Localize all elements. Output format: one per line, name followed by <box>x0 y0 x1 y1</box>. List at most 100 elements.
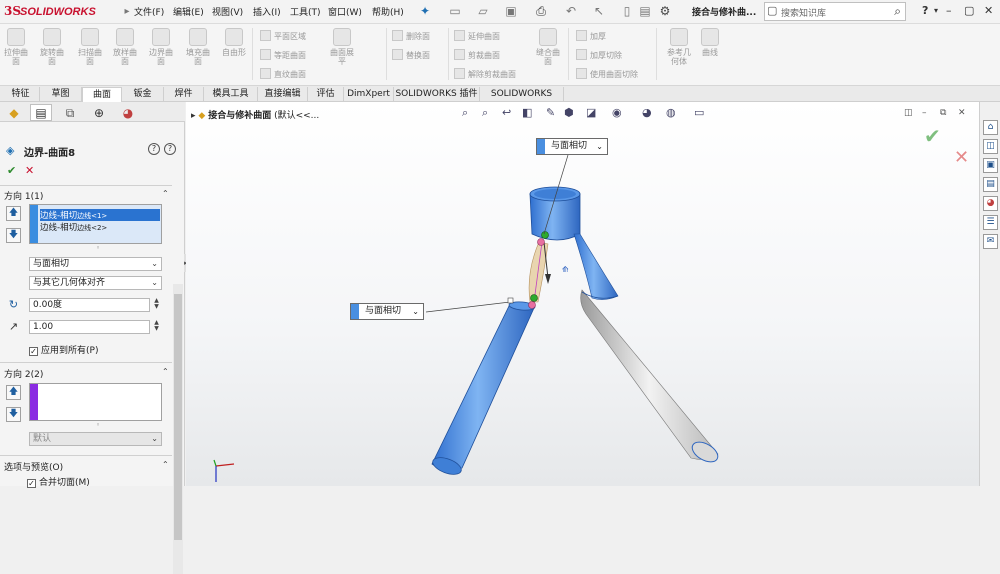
menu-arrow-icon[interactable]: ▸ <box>120 5 134 19</box>
untrim-surface-button[interactable]: 解除剪裁曲面 <box>454 68 516 80</box>
configuration-manager-icon[interactable]: ⧉ <box>59 104 81 121</box>
ok-button[interactable]: ✔ <box>7 164 16 177</box>
menu-view[interactable]: 视图(V) <box>212 5 243 18</box>
tab-solidworks-addins[interactable]: SOLIDWORKS 插件 <box>394 87 480 102</box>
tab-weldments[interactable]: 焊件 <box>164 87 204 102</box>
reverse-direction-icon[interactable]: ↻ <box>6 298 21 313</box>
design-library-icon[interactable]: ▣ <box>983 158 998 173</box>
direction1-header[interactable]: 方向 1(1) <box>4 189 43 202</box>
tab-sheet-metal[interactable]: 钣金 <box>122 87 164 102</box>
feature-manager-icon[interactable]: ◆ <box>3 104 25 121</box>
file-explorer-icon[interactable]: ▤ <box>983 177 998 192</box>
undo-icon[interactable]: ↶ <box>564 4 578 18</box>
reference-geometry-button[interactable]: 参考几 何体 <box>664 28 694 66</box>
tangent-influence-input[interactable]: 1.00 <box>29 320 150 334</box>
tab-solidworks-mbd[interactable]: SOLIDWORKS MBD <box>480 87 564 113</box>
curves-button[interactable]: 曲线 <box>698 28 722 57</box>
menu-file[interactable]: 文件(F) <box>134 5 164 18</box>
collapse-chevron-icon[interactable]: ⌃ <box>162 189 169 198</box>
apply-to-all-checkbox[interactable]: ✓ 应用到所有(P) <box>29 343 98 356</box>
thicken-button[interactable]: 加厚 <box>576 30 606 42</box>
tab-dimxpert[interactable]: DimXpert <box>344 87 394 102</box>
angle-spinner[interactable]: ▲ ▼ <box>152 298 161 312</box>
tab-direct-editing[interactable]: 直接编辑 <box>258 87 308 102</box>
tab-sketch[interactable]: 草图 <box>40 87 82 102</box>
save-icon[interactable]: ▣ <box>504 4 518 18</box>
top-cylinder-surface[interactable] <box>529 186 581 241</box>
menu-window[interactable]: 窗口(W) <box>328 5 362 18</box>
menu-edit[interactable]: 编辑(E) <box>173 5 204 18</box>
help-icon[interactable]: ? <box>922 4 928 17</box>
planar-surface-button[interactable]: 平面区域 <box>260 30 306 42</box>
resources-icon[interactable]: ◫ <box>983 139 998 154</box>
tab-features[interactable]: 特征 <box>2 87 40 102</box>
ruled-surface-button[interactable]: 直纹曲面 <box>260 68 306 80</box>
tangency-callout-left[interactable]: 与面相切 ⌄ <box>350 303 424 320</box>
help-circle-icon[interactable]: ? <box>164 143 176 155</box>
gray-branch-surface[interactable] <box>580 289 721 466</box>
list-item[interactable]: 边线-相切边线<2> <box>40 221 107 233</box>
move-up-button[interactable]: 🡅 <box>6 206 21 221</box>
file-properties-icon[interactable]: ▤ <box>638 4 652 18</box>
bottom-cylinder-surface[interactable] <box>431 301 536 478</box>
move-up-button[interactable]: 🡅 <box>6 385 21 400</box>
influence-spinner[interactable]: ▲ ▼ <box>152 320 161 334</box>
direction1-curves-list[interactable]: 边线-相切边线<1> 边线-相切边线<2> <box>29 204 162 244</box>
search-input[interactable]: ▢ 搜索知识库 ⌕ <box>764 2 906 21</box>
handle-pink-bottom[interactable] <box>528 301 536 309</box>
replace-face-button[interactable]: 替换面 <box>392 49 430 61</box>
solidworks-logo[interactable]: 3S SOLIDWORKS <box>4 4 114 20</box>
options-header[interactable]: 选项与预览(O) <box>4 460 63 473</box>
collapse-chevron-icon[interactable]: ⌃ <box>162 367 169 376</box>
property-manager-icon[interactable]: ▤ <box>30 104 52 121</box>
thickened-cut-button[interactable]: 加厚切除 <box>576 49 622 61</box>
menu-help[interactable]: 帮助(H) <box>372 5 404 18</box>
minimize-button[interactable]: – <box>946 4 952 17</box>
swept-surface-button[interactable]: 扫描曲 面 <box>78 28 102 66</box>
merge-tangent-faces-checkbox[interactable]: ✓ 合并切面(M) <box>27 475 90 488</box>
alignment-select[interactable]: 与其它几何体对齐 ⌄ <box>29 276 162 290</box>
offset-surface-button[interactable]: 等距曲面 <box>260 49 306 61</box>
tab-mold-tools[interactable]: 模具工具 <box>204 87 258 102</box>
forum-icon[interactable]: ✉ <box>983 234 998 249</box>
surface-cut-button[interactable]: 使用曲面切除 <box>576 68 638 80</box>
new-document-icon[interactable]: ▭ <box>448 4 462 18</box>
help-question-icon[interactable]: ? <box>148 143 160 155</box>
resize-handle-icon[interactable]: ◦ <box>96 244 100 252</box>
surface-flatten-button[interactable]: 曲面展 平 <box>330 28 354 66</box>
gear-icon[interactable]: ⚙ <box>658 4 672 18</box>
handle-pink-top[interactable] <box>537 238 545 246</box>
revolved-surface-button[interactable]: 旋转曲 面 <box>40 28 64 66</box>
custom-properties-icon[interactable]: ☰ <box>983 215 998 230</box>
move-down-button[interactable]: 🡇 <box>6 407 21 422</box>
scrollbar-thumb[interactable] <box>174 294 182 540</box>
panel-scrollbar[interactable] <box>173 284 183 574</box>
extend-surface-button[interactable]: 延伸曲面 <box>454 30 500 42</box>
move-down-button[interactable]: 🡇 <box>6 228 21 243</box>
display-manager-icon[interactable]: ◕ <box>117 104 139 121</box>
menu-tools[interactable]: 工具(T) <box>290 5 321 18</box>
tab-evaluate[interactable]: 评估 <box>308 87 344 102</box>
knit-surface-button[interactable]: 缝合曲 面 <box>536 28 560 66</box>
extruded-surface-button[interactable]: 拉伸曲 面 <box>4 28 28 66</box>
freeform-button[interactable]: 自由形 <box>222 28 246 57</box>
tab-surfaces[interactable]: 曲面 <box>82 87 122 102</box>
cancel-button[interactable]: ✕ <box>25 164 34 177</box>
handle-green-bottom[interactable] <box>530 294 538 302</box>
handle-green-top[interactable] <box>541 231 549 239</box>
blue-transition-surface[interactable] <box>573 233 619 300</box>
open-folder-icon[interactable]: ▱ <box>476 4 490 18</box>
resize-handle-icon[interactable]: ◦ <box>96 421 100 429</box>
filled-surface-button[interactable]: 填充曲 面 <box>186 28 210 66</box>
tangency-type-select[interactable]: 与面相切 ⌄ <box>29 257 162 271</box>
list-item-selected[interactable]: 边线-相切边线<1> <box>40 209 160 221</box>
menu-insert[interactable]: 插入(I) <box>253 5 281 18</box>
maximize-button[interactable]: ▢ <box>964 4 974 17</box>
collapse-chevron-icon[interactable]: ⌃ <box>162 460 169 469</box>
draft-angle-input[interactable]: 0.00度 <box>29 298 150 312</box>
pin-icon[interactable]: ✦ <box>418 4 432 18</box>
select-icon[interactable]: ↖ <box>592 4 606 18</box>
lofted-surface-button[interactable]: 放样曲 面 <box>113 28 137 66</box>
trim-surface-button[interactable]: 剪裁曲面 <box>454 49 500 61</box>
close-button[interactable]: ✕ <box>984 4 993 17</box>
